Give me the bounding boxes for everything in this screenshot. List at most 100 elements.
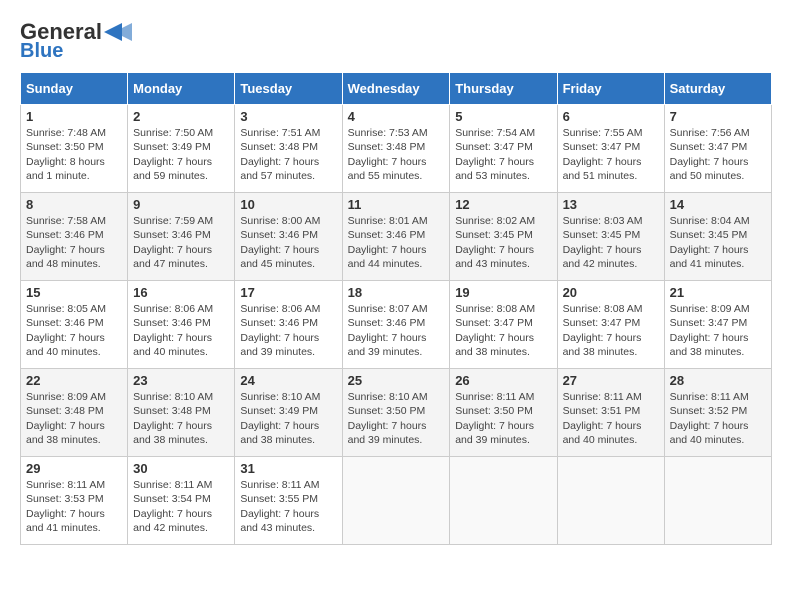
day-content: Sunrise: 8:00 AMSunset: 3:46 PMDaylight:… (240, 214, 336, 271)
calendar-table: SundayMondayTuesdayWednesdayThursdayFrid… (20, 72, 772, 545)
day-number: 7 (670, 109, 766, 124)
calendar-cell: 3Sunrise: 7:51 AMSunset: 3:48 PMDaylight… (235, 105, 342, 193)
day-content: Sunrise: 7:59 AMSunset: 3:46 PMDaylight:… (133, 214, 229, 271)
calendar-cell: 24 Sunrise: 8:10 AMSunset: 3:49 PMDayligh… (235, 369, 342, 457)
calendar-cell: 11 Sunrise: 8:01 AMSunset: 3:46 PMDayligh… (342, 193, 450, 281)
day-content: Sunrise: 7:53 AMSunset: 3:48 PMDaylight:… (348, 126, 445, 183)
day-number: 20 (563, 285, 659, 300)
day-number: 19 (455, 285, 551, 300)
calendar-cell: 21 Sunrise: 8:09 AMSunset: 3:47 PMDayligh… (664, 281, 771, 369)
col-header-friday: Friday (557, 73, 664, 105)
day-content: Sunrise: 8:02 AMSunset: 3:45 PMDaylight:… (455, 214, 551, 271)
day-content: Sunrise: 8:01 AMSunset: 3:46 PMDaylight:… (348, 214, 445, 271)
day-number: 8 (26, 197, 122, 212)
calendar-cell: 8 Sunrise: 7:58 AMSunset: 3:46 PMDaylight… (21, 193, 128, 281)
day-content: Sunrise: 7:56 AMSunset: 3:47 PMDaylight:… (670, 126, 766, 183)
day-number: 10 (240, 197, 336, 212)
calendar-cell: 23Sunrise: 8:10 AMSunset: 3:48 PMDayligh… (128, 369, 235, 457)
day-content: Sunrise: 8:11 AMSunset: 3:50 PMDaylight:… (455, 390, 551, 447)
calendar-cell: 2 Sunrise: 7:50 AMSunset: 3:49 PMDaylight… (128, 105, 235, 193)
day-content: Sunrise: 8:11 AMSunset: 3:55 PMDaylight:… (240, 478, 336, 535)
calendar-cell: 27Sunrise: 8:11 AMSunset: 3:51 PMDayligh… (557, 369, 664, 457)
calendar-cell: 6 Sunrise: 7:55 AMSunset: 3:47 PMDaylight… (557, 105, 664, 193)
day-number: 13 (563, 197, 659, 212)
day-number: 29 (26, 461, 122, 476)
day-number: 28 (670, 373, 766, 388)
calendar-cell: 12 Sunrise: 8:02 AMSunset: 3:45 PMDayligh… (450, 193, 557, 281)
calendar-cell (557, 457, 664, 545)
calendar-cell: 29 Sunrise: 8:11 AMSunset: 3:53 PMDayligh… (21, 457, 128, 545)
day-number: 5 (455, 109, 551, 124)
col-header-tuesday: Tuesday (235, 73, 342, 105)
calendar-cell: 14Sunrise: 8:04 AMSunset: 3:45 PMDayligh… (664, 193, 771, 281)
calendar-cell: 9 Sunrise: 7:59 AMSunset: 3:46 PMDaylight… (128, 193, 235, 281)
day-content: Sunrise: 8:11 AMSunset: 3:53 PMDaylight:… (26, 478, 122, 535)
logo-arrow-icon (104, 23, 134, 41)
day-number: 21 (670, 285, 766, 300)
day-number: 9 (133, 197, 229, 212)
calendar-cell: 17 Sunrise: 8:06 AMSunset: 3:46 PMDayligh… (235, 281, 342, 369)
day-number: 17 (240, 285, 336, 300)
col-header-saturday: Saturday (664, 73, 771, 105)
day-number: 3 (240, 109, 336, 124)
calendar-cell: 28Sunrise: 8:11 AMSunset: 3:52 PMDayligh… (664, 369, 771, 457)
calendar-cell: 20 Sunrise: 8:08 AMSunset: 3:47 PMDayligh… (557, 281, 664, 369)
day-number: 26 (455, 373, 551, 388)
col-header-sunday: Sunday (21, 73, 128, 105)
calendar-cell (342, 457, 450, 545)
calendar-cell: 13 Sunrise: 8:03 AMSunset: 3:45 PMDayligh… (557, 193, 664, 281)
logo-blue-text: Blue (20, 40, 63, 62)
day-number: 15 (26, 285, 122, 300)
day-number: 14 (670, 197, 766, 212)
day-number: 24 (240, 373, 336, 388)
logo: General Blue (20, 20, 134, 62)
calendar-cell: 15 Sunrise: 8:05 AMSunset: 3:46 PMDayligh… (21, 281, 128, 369)
day-content: Sunrise: 8:11 AMSunset: 3:54 PMDaylight:… (133, 478, 229, 535)
day-number: 11 (348, 197, 445, 212)
day-content: Sunrise: 7:58 AMSunset: 3:46 PMDaylight:… (26, 214, 122, 271)
day-number: 2 (133, 109, 229, 124)
day-content: Sunrise: 8:05 AMSunset: 3:46 PMDaylight:… (26, 302, 122, 359)
day-content: Sunrise: 7:48 AMSunset: 3:50 PMDaylight:… (26, 126, 122, 183)
day-number: 6 (563, 109, 659, 124)
day-content: Sunrise: 8:07 AMSunset: 3:46 PMDaylight:… (348, 302, 445, 359)
day-content: Sunrise: 8:03 AMSunset: 3:45 PMDaylight:… (563, 214, 659, 271)
day-content: Sunrise: 7:55 AMSunset: 3:47 PMDaylight:… (563, 126, 659, 183)
calendar-cell: 10 Sunrise: 8:00 AMSunset: 3:46 PMDayligh… (235, 193, 342, 281)
calendar-cell (664, 457, 771, 545)
day-number: 1 (26, 109, 122, 124)
week-row-1: 1 Sunrise: 7:48 AMSunset: 3:50 PMDaylight… (21, 105, 772, 193)
week-row-4: 22 Sunrise: 8:09 AMSunset: 3:48 PMDayligh… (21, 369, 772, 457)
day-content: Sunrise: 8:09 AMSunset: 3:47 PMDaylight:… (670, 302, 766, 359)
calendar-cell: 7 Sunrise: 7:56 AMSunset: 3:47 PMDaylight… (664, 105, 771, 193)
day-content: Sunrise: 8:10 AMSunset: 3:49 PMDaylight:… (240, 390, 336, 447)
day-content: Sunrise: 8:08 AMSunset: 3:47 PMDaylight:… (455, 302, 551, 359)
day-number: 22 (26, 373, 122, 388)
calendar-body: 1 Sunrise: 7:48 AMSunset: 3:50 PMDaylight… (21, 105, 772, 545)
day-number: 27 (563, 373, 659, 388)
day-number: 16 (133, 285, 229, 300)
day-content: Sunrise: 8:10 AMSunset: 3:50 PMDaylight:… (348, 390, 445, 447)
calendar-cell: 4Sunrise: 7:53 AMSunset: 3:48 PMDaylight… (342, 105, 450, 193)
day-content: Sunrise: 7:50 AMSunset: 3:49 PMDaylight:… (133, 126, 229, 183)
day-number: 12 (455, 197, 551, 212)
calendar-cell: 22 Sunrise: 8:09 AMSunset: 3:48 PMDayligh… (21, 369, 128, 457)
calendar-cell: 31Sunrise: 8:11 AMSunset: 3:55 PMDayligh… (235, 457, 342, 545)
week-row-2: 8 Sunrise: 7:58 AMSunset: 3:46 PMDaylight… (21, 193, 772, 281)
column-headers-row: SundayMondayTuesdayWednesdayThursdayFrid… (21, 73, 772, 105)
day-content: Sunrise: 8:06 AMSunset: 3:46 PMDaylight:… (240, 302, 336, 359)
day-content: Sunrise: 8:09 AMSunset: 3:48 PMDaylight:… (26, 390, 122, 447)
calendar-cell (450, 457, 557, 545)
day-content: Sunrise: 8:08 AMSunset: 3:47 PMDaylight:… (563, 302, 659, 359)
calendar-cell: 5Sunrise: 7:54 AMSunset: 3:47 PMDaylight… (450, 105, 557, 193)
calendar-cell: 25 Sunrise: 8:10 AMSunset: 3:50 PMDayligh… (342, 369, 450, 457)
calendar-cell: 16 Sunrise: 8:06 AMSunset: 3:46 PMDayligh… (128, 281, 235, 369)
header: General Blue (20, 20, 772, 62)
day-content: Sunrise: 8:10 AMSunset: 3:48 PMDaylight:… (133, 390, 229, 447)
day-number: 25 (348, 373, 445, 388)
calendar-cell: 1 Sunrise: 7:48 AMSunset: 3:50 PMDaylight… (21, 105, 128, 193)
day-number: 30 (133, 461, 229, 476)
day-content: Sunrise: 8:06 AMSunset: 3:46 PMDaylight:… (133, 302, 229, 359)
week-row-5: 29 Sunrise: 8:11 AMSunset: 3:53 PMDayligh… (21, 457, 772, 545)
week-row-3: 15 Sunrise: 8:05 AMSunset: 3:46 PMDayligh… (21, 281, 772, 369)
